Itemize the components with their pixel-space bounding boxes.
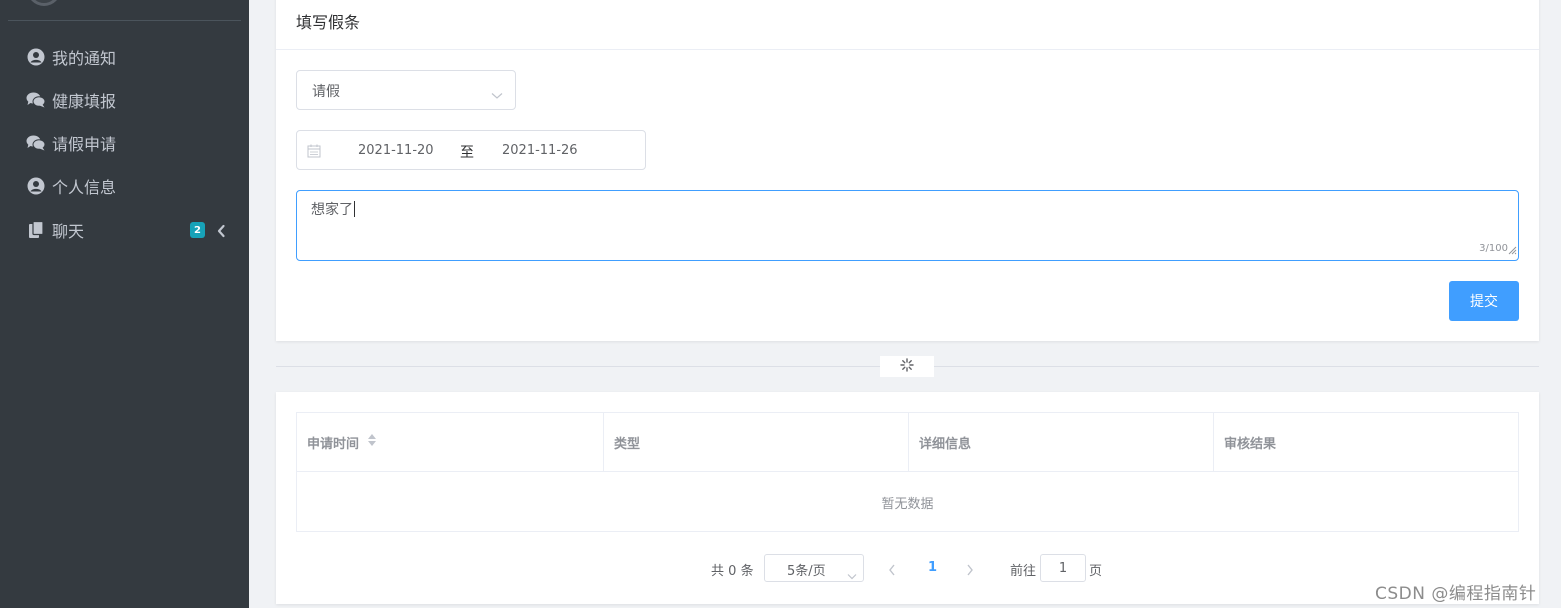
copy-icon: [26, 220, 46, 240]
reason-value: 想家了: [311, 199, 355, 219]
chat-count-badge: 2: [190, 222, 205, 238]
loading-icon: [900, 357, 914, 376]
column-header-label: 类型: [614, 436, 641, 452]
leave-records-card: 申请时间 类型 详细信息 审核结果 暂无数据 共 0 条 5条/页 1 前往 1…: [276, 392, 1539, 604]
char-counter: 3/100: [1479, 243, 1508, 254]
chevron-down-icon: [491, 85, 503, 104]
pagination-total: 共 0 条: [711, 560, 754, 579]
reason-text: 想家了: [311, 202, 353, 218]
sort-icon[interactable]: [367, 433, 377, 451]
user-circle-icon: [26, 176, 46, 196]
table-empty-text: 暂无数据: [881, 497, 934, 512]
sidebar-item-health-report[interactable]: 健康填报: [26, 86, 236, 114]
text-caret: [354, 201, 355, 217]
page-title: 填写假条: [296, 13, 361, 32]
sidebar-item-notifications[interactable]: 我的通知: [26, 43, 236, 71]
sidebar-item-leave-request[interactable]: 请假申请: [26, 129, 236, 157]
sidebar-item-label: 健康填报: [52, 92, 117, 111]
resize-handle-icon[interactable]: [1507, 240, 1517, 259]
chevron-left-icon[interactable]: [216, 223, 226, 238]
card-header: 填写假条: [276, 0, 1539, 50]
leave-form-card: 填写假条 请假 2021-11-20 至 2021-11-26 想家了 3/10…: [276, 0, 1539, 341]
column-header-apply-time[interactable]: 申请时间: [297, 413, 604, 472]
user-circle-icon: [26, 47, 46, 67]
leave-records-table: 申请时间 类型 详细信息 审核结果 暂无数据: [296, 412, 1519, 532]
calendar-icon: [307, 143, 321, 162]
date-range-picker[interactable]: 2021-11-20 至 2021-11-26: [296, 130, 646, 170]
column-header-review-result: 审核结果: [1214, 413, 1518, 472]
chevron-down-icon: [847, 565, 857, 584]
total-prefix: 共: [711, 564, 725, 579]
sidebar-item-label: 个人信息: [52, 178, 117, 197]
sidebar: 我的通知 健康填报 请假申请 个人信息 聊天 2: [0, 0, 249, 608]
sidebar-item-profile[interactable]: 个人信息: [26, 172, 236, 200]
page-scroll-gutter: [1549, 0, 1561, 608]
sidebar-item-chat[interactable]: 聊天 2: [26, 216, 236, 244]
column-header-label: 申请时间: [307, 436, 360, 452]
sidebar-divider: [8, 20, 241, 21]
column-header-details: 详细信息: [909, 413, 1214, 472]
submit-button[interactable]: 提交: [1449, 281, 1519, 321]
goto-label: 前往: [1010, 564, 1037, 579]
column-header-type: 类型: [604, 413, 909, 472]
end-date-input[interactable]: 2021-11-26: [502, 143, 578, 158]
goto-suffix: 页: [1089, 564, 1103, 579]
prev-page-button[interactable]: [888, 561, 896, 580]
leave-type-value: 请假: [312, 84, 340, 100]
reason-textarea[interactable]: 想家了 3/100: [296, 190, 1519, 261]
avatar: [27, 0, 61, 6]
sidebar-item-label: 聊天: [52, 222, 85, 241]
watermark-text: CSDN @编程指南针: [1375, 584, 1537, 604]
comments-icon: [26, 90, 46, 110]
sidebar-item-label: 请假申请: [52, 135, 117, 154]
start-date-input[interactable]: 2021-11-20: [358, 143, 434, 158]
page-size-value: 5条/页: [787, 564, 826, 579]
goto-page-input[interactable]: 1: [1040, 554, 1086, 582]
page-number-current[interactable]: 1: [928, 560, 937, 575]
page-size-select[interactable]: 5条/页: [764, 554, 864, 582]
total-suffix: 条: [740, 564, 754, 579]
column-header-label: 审核结果: [1224, 436, 1277, 452]
sidebar-item-label: 我的通知: [52, 49, 117, 68]
divider-center: [880, 356, 934, 377]
total-count: 0: [728, 564, 737, 579]
date-range-separator: 至: [460, 145, 474, 161]
leave-type-select[interactable]: 请假: [296, 70, 516, 110]
comments-icon: [26, 133, 46, 153]
column-header-label: 详细信息: [919, 436, 972, 452]
next-page-button[interactable]: [966, 561, 974, 580]
